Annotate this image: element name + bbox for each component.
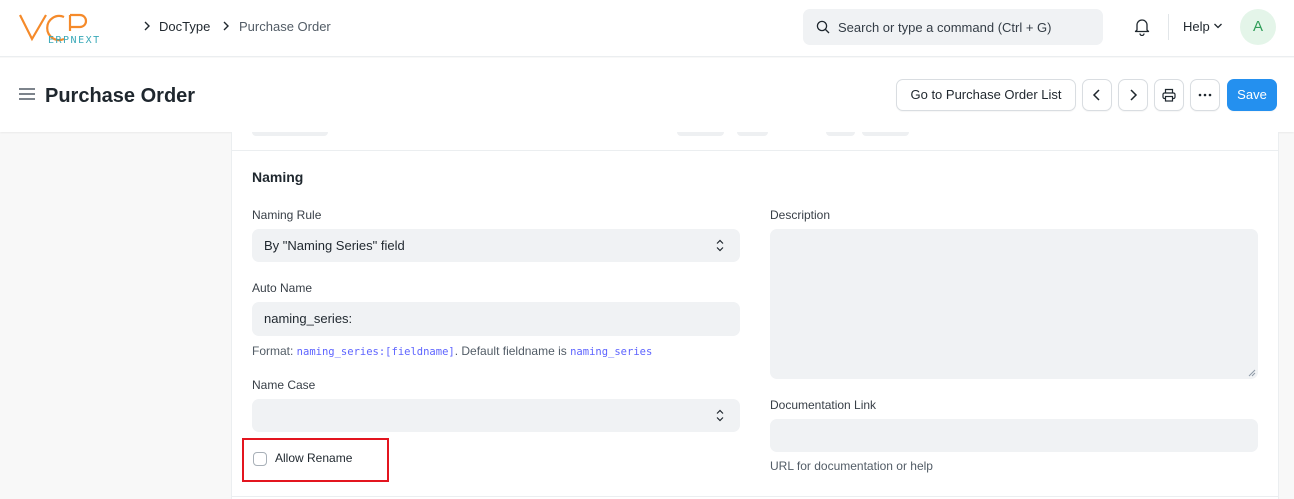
auto-name-label: Auto Name [252,281,313,295]
scrolled-control-remnant [252,132,328,136]
page-title: Purchase Order [45,85,196,107]
select-updown-icon [716,239,724,252]
chevron-right-icon [223,21,229,31]
search-input[interactable] [838,9,1098,45]
printer-icon [1162,88,1176,102]
auto-name-help: Format: naming_series:[fieldname]. Defau… [252,344,652,359]
ellipsis-icon [1198,93,1212,97]
scrolled-control-remnant [677,132,724,136]
next-doc-button[interactable] [1118,79,1148,111]
auto-name-help-prefix: Format: [252,344,297,358]
scrolled-control-remnant [826,132,855,136]
chevron-right-icon [144,21,150,31]
description-textarea[interactable] [770,229,1258,379]
auto-name-help-middle: . Default fieldname is [454,344,571,358]
page-head: Purchase Order Go to Purchase Order List… [0,58,1294,132]
help-dropdown[interactable]: Help [1183,19,1210,34]
name-case-label: Name Case [252,378,316,392]
navbar: ERPNEXT DocType Purchase Order Help A [0,0,1294,57]
scrolled-control-remnant [737,132,768,136]
naming-rule-value: By "Naming Series" field [264,238,405,253]
avatar[interactable]: A [1240,9,1276,45]
search-bar[interactable] [803,9,1103,45]
naming-rule-select[interactable]: By "Naming Series" field [252,229,740,262]
save-button[interactable]: Save [1227,79,1277,111]
section-divider [232,150,1278,151]
notification-bell-icon[interactable] [1133,17,1151,36]
highlight-box [242,438,389,482]
resize-handle-icon[interactable] [1248,369,1256,377]
chevron-right-icon [1130,89,1138,101]
documentation-link-input[interactable] [770,419,1258,452]
breadcrumb-doctype[interactable]: DocType [159,19,210,34]
form-card: Naming Naming Rule By "Naming Series" fi… [231,132,1279,499]
select-updown-icon [716,409,724,422]
navbar-divider [1168,14,1169,40]
go-to-list-button[interactable]: Go to Purchase Order List [896,79,1076,111]
auto-name-value: naming_series: [264,311,353,326]
sidebar-toggle-icon[interactable] [19,87,35,101]
svg-text:ERPNEXT: ERPNEXT [48,35,101,45]
section-title-naming: Naming [252,169,304,185]
previous-doc-button[interactable] [1082,79,1112,111]
print-button[interactable] [1154,79,1184,111]
erpnext-logo[interactable]: ERPNEXT [18,11,128,46]
auto-name-help-format-code: naming_series:[fieldname] [296,346,455,358]
description-label: Description [770,208,831,222]
chevron-down-icon[interactable] [1213,22,1223,30]
auto-name-help-default-code: naming_series [570,346,653,358]
breadcrumb-purchase-order[interactable]: Purchase Order [239,19,331,34]
scrolled-control-remnant [862,132,909,136]
more-actions-button[interactable] [1190,79,1220,111]
name-case-select[interactable] [252,399,740,432]
auto-name-input[interactable]: naming_series: [252,302,740,336]
documentation-link-label: Documentation Link [770,398,877,412]
naming-rule-label: Naming Rule [252,208,322,222]
chevron-left-icon [1092,89,1100,101]
documentation-link-help: URL for documentation or help [770,459,933,473]
search-icon [816,20,830,34]
section-divider [232,496,1278,497]
